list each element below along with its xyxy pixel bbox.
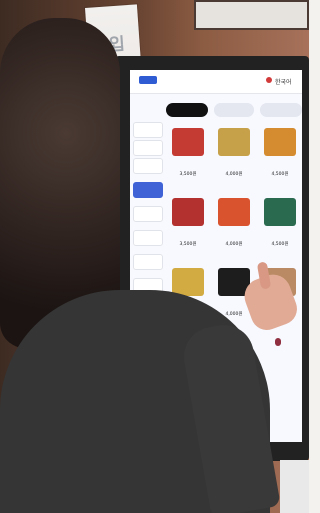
product-card[interactable]: 4,500원	[260, 128, 300, 188]
product-image	[172, 268, 204, 296]
product-image	[218, 198, 250, 226]
product-price: 4,000원	[225, 242, 243, 247]
product-price: 4,000원	[225, 172, 243, 177]
sidebar-item[interactable]	[133, 140, 163, 156]
nail-polish	[275, 338, 281, 346]
tab-menu[interactable]	[166, 103, 208, 117]
language-label[interactable]: 한국어	[275, 77, 292, 86]
product-image	[218, 128, 250, 156]
product-image	[264, 198, 296, 226]
product-price: 4,500원	[271, 242, 289, 247]
product-card[interactable]: 3,500원	[168, 128, 208, 188]
product-price: 3,500원	[179, 242, 197, 247]
product-card[interactable]: 3,500원	[168, 198, 208, 258]
photo-scene: 산입음 한국어	[0, 0, 309, 513]
wall-frame	[194, 0, 309, 30]
lower-right-panel	[280, 460, 309, 513]
product-card[interactable]: 4,000원	[214, 128, 254, 188]
product-price: 3,500원	[179, 172, 197, 177]
sidebar-item[interactable]	[133, 254, 163, 270]
tab-order[interactable]	[214, 103, 254, 117]
flag-icon	[266, 77, 272, 83]
tab-checkout[interactable]	[260, 103, 302, 117]
sidebar-item[interactable]	[133, 230, 163, 246]
sidebar-item[interactable]	[133, 158, 163, 174]
product-card[interactable]: 4,500원	[260, 198, 300, 258]
product-image	[172, 198, 204, 226]
product-image	[264, 128, 296, 156]
menu-tabs	[166, 103, 302, 117]
sidebar-item[interactable]	[133, 206, 163, 222]
product-card[interactable]: 4,000원	[214, 198, 254, 258]
product-image	[172, 128, 204, 156]
sidebar-item[interactable]	[133, 122, 163, 138]
brand-logo	[139, 76, 157, 84]
product-price: 4,500원	[271, 172, 289, 177]
sidebar-item-active[interactable]	[133, 182, 163, 198]
screen-top-bar: 한국어	[130, 70, 302, 94]
